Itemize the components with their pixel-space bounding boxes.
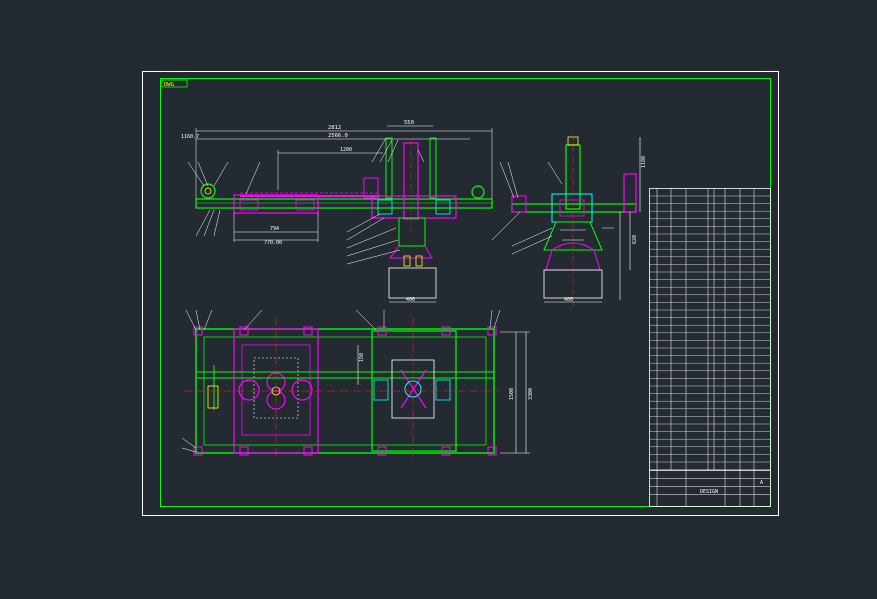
dim-400-top: 400 xyxy=(406,297,415,303)
dim-3300: 3300 xyxy=(528,388,534,400)
parts-list xyxy=(649,188,771,507)
side-view: 400 1180 620 xyxy=(491,135,647,306)
dim-1160-7: 1160.7 xyxy=(181,134,199,140)
dim-150: 150 xyxy=(359,353,365,362)
dim-794: 794 xyxy=(270,226,279,232)
sheet-border xyxy=(142,71,779,516)
drawing-frame xyxy=(160,78,771,507)
dim-620: 620 xyxy=(632,235,638,244)
plan-view: 1500 3300 150 xyxy=(181,309,534,460)
dim-400: 400 xyxy=(564,297,573,303)
parts-list-rows xyxy=(649,195,771,470)
dim-2566: 2566.0 xyxy=(328,133,348,139)
front-view: 2812 2566.0 1160.7 550 1200 400 794 770.… xyxy=(181,120,493,303)
dim-550: 550 xyxy=(404,120,414,126)
dim-1500: 1500 xyxy=(509,388,515,400)
title-block-revision: A xyxy=(760,480,763,486)
cad-drawing-canvas: DWG 2812 2566.0 1160.7 550 1200 400 794 … xyxy=(142,71,779,516)
dim-2812: 2812 xyxy=(328,125,341,131)
dim-770: 770.00 xyxy=(264,240,282,246)
dim-1200: 1200 xyxy=(340,147,352,153)
title-block-name: DESIGN xyxy=(700,489,718,495)
dim-1180: 1180 xyxy=(641,156,647,168)
corner-tag: DWG xyxy=(164,82,174,88)
title-block: DESIGN A xyxy=(649,470,771,506)
